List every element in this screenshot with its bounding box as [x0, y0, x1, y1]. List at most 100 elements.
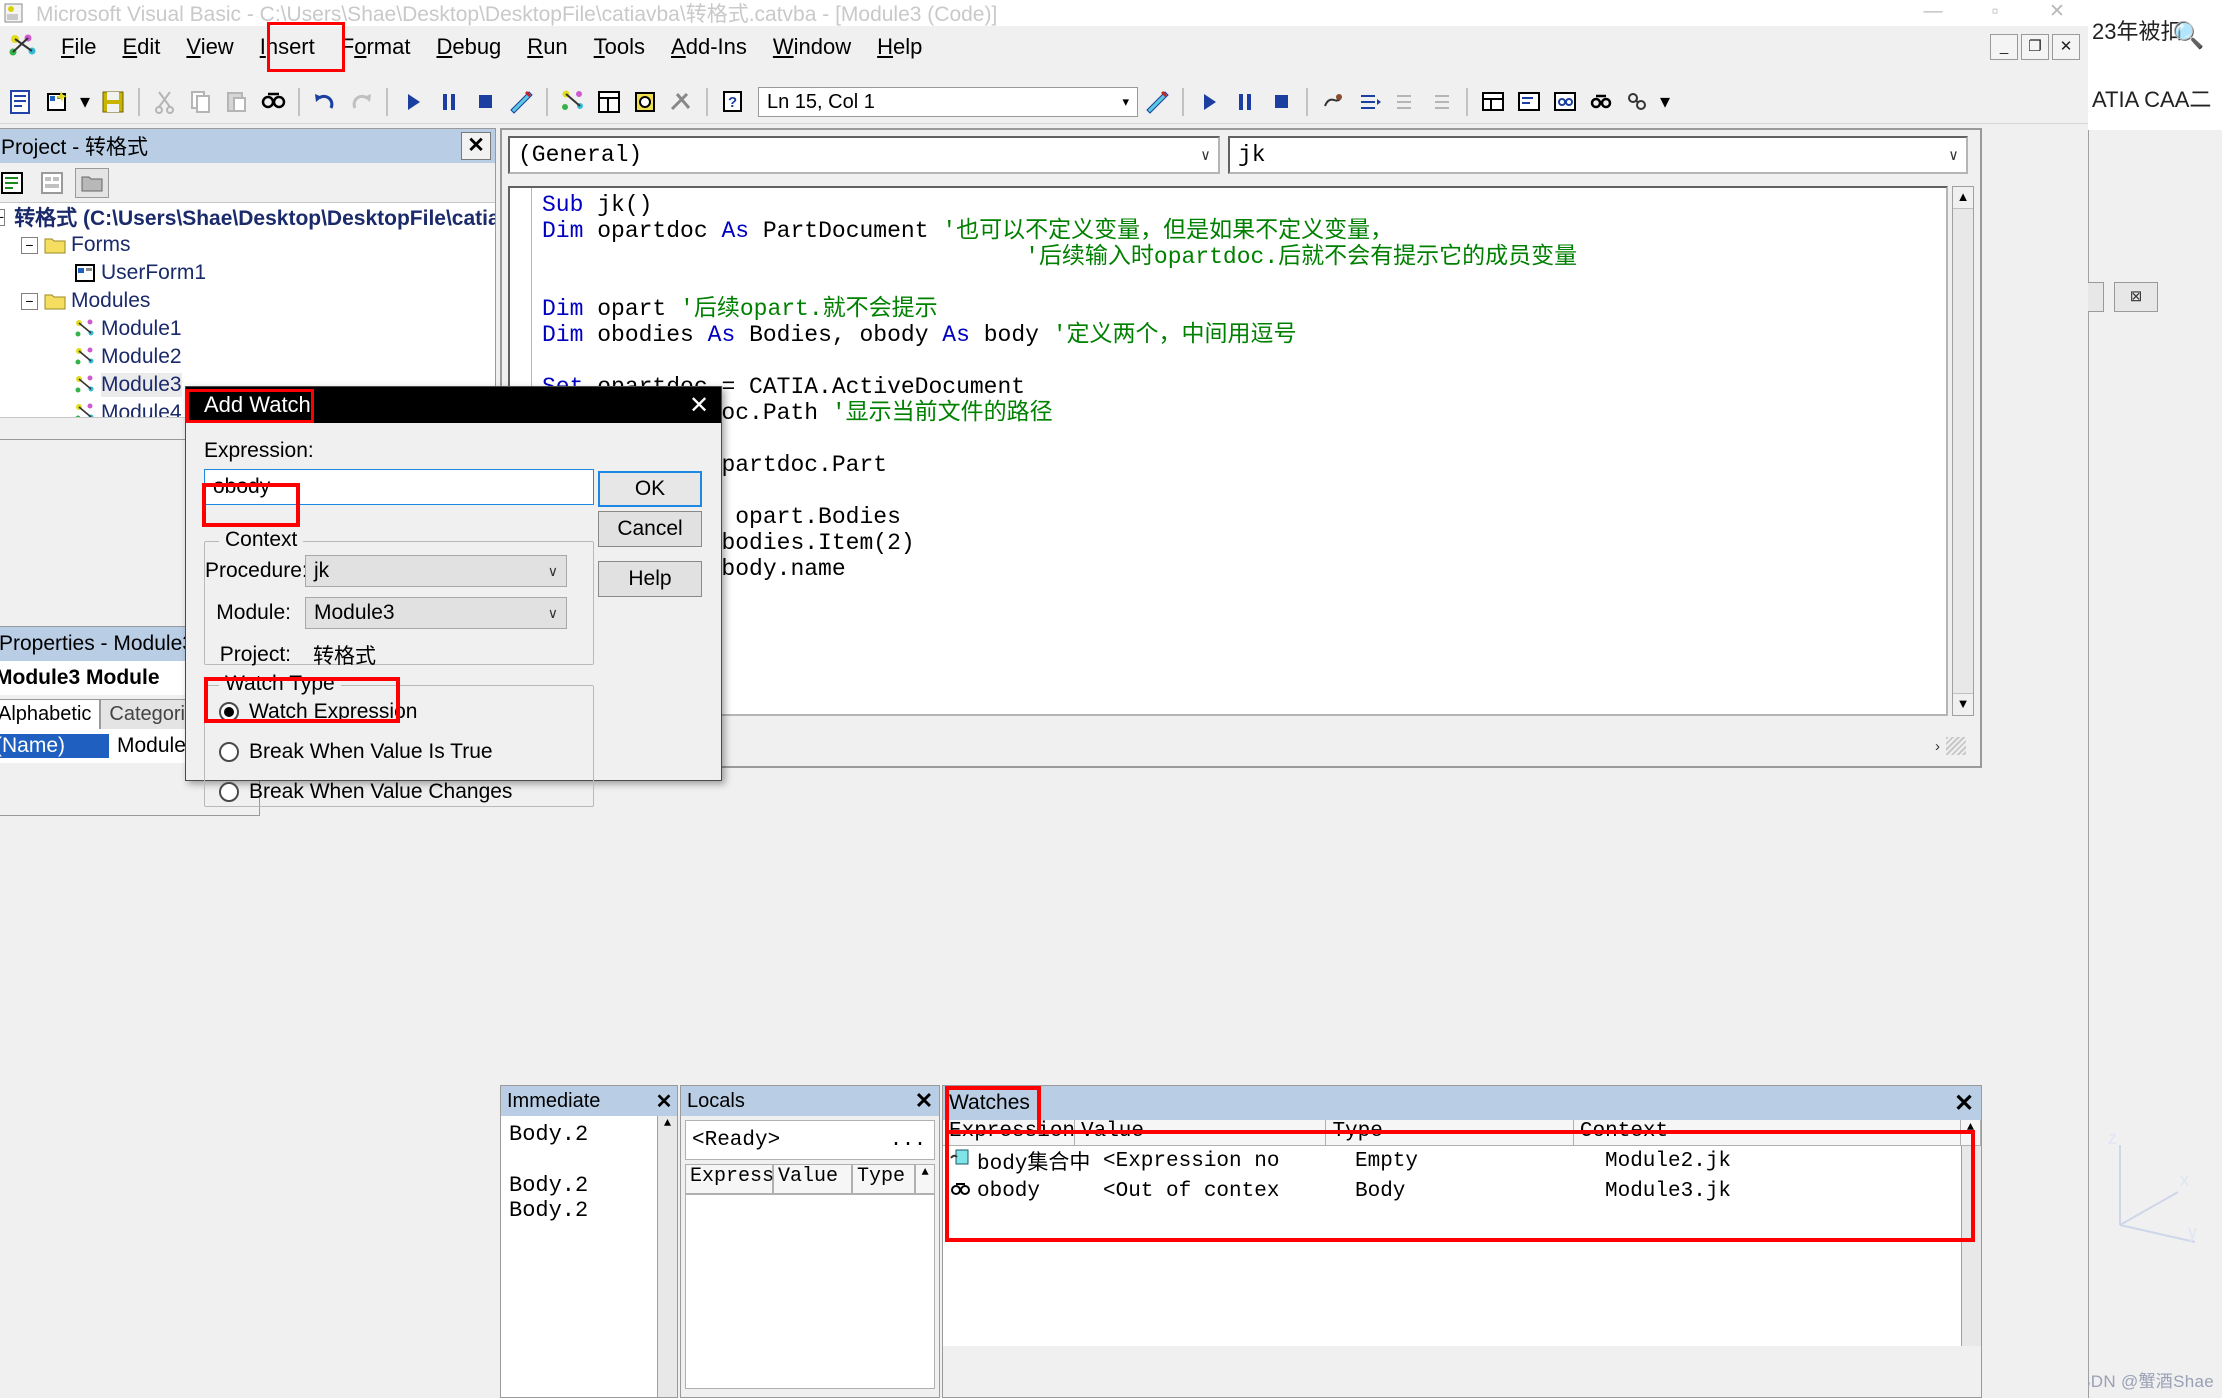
quick-watch-icon[interactable] [1584, 85, 1618, 119]
pause-icon[interactable] [1228, 85, 1262, 119]
procedure-combo-dialog[interactable]: jk ∨ [305, 555, 567, 587]
tree-item-userform1[interactable]: UserForm1 [0, 259, 495, 287]
menu-item-edit[interactable]: Edit [109, 30, 173, 64]
menu-item-file[interactable]: File [48, 30, 109, 64]
watches-col-context[interactable]: Context [1573, 1120, 1962, 1146]
locals-window-close-button[interactable]: ✕ [909, 1088, 939, 1114]
watches-window-body[interactable]: body集合中 <Expression no Empty Module2.jk … [943, 1146, 1981, 1346]
chevron-down-icon[interactable]: ▾ [1122, 89, 1129, 115]
code-horizontal-scrollbar[interactable]: › [508, 734, 1970, 758]
chevron-down-icon[interactable]: ∨ [1201, 146, 1210, 165]
procedure-combo[interactable]: jk ∨ [1228, 136, 1968, 174]
chevron-down-icon[interactable]: ∨ [548, 563, 558, 580]
save-icon[interactable] [96, 85, 130, 119]
scroll-up-arrow-icon[interactable]: ▲ [915, 1164, 936, 1194]
background-close-button[interactable]: ⊠ [2114, 282, 2158, 312]
chevron-down-icon-2[interactable]: ▾ [1656, 85, 1674, 119]
tree-node-root[interactable]: − 转格式 (C:\Users\Shae\Desktop\DesktopFile… [0, 203, 495, 231]
break-icon[interactable] [432, 85, 466, 119]
project-explorer-icon[interactable] [556, 85, 590, 119]
locals-window-icon[interactable] [1476, 85, 1510, 119]
immediate-vertical-scrollbar[interactable]: ▲ [657, 1116, 677, 1397]
locals-window-body[interactable] [685, 1194, 935, 1389]
minimize-button[interactable]: — [1902, 0, 1964, 26]
chevron-down-icon[interactable]: ▾ [76, 85, 94, 119]
locals-column-headers[interactable]: Expressi Value Type ▲ [685, 1164, 936, 1194]
maximize-button[interactable]: ▫ [1964, 0, 2026, 26]
watches-vertical-scrollbar[interactable] [1961, 1146, 1981, 1346]
project-explorer-close-button[interactable]: ✕ [461, 132, 491, 160]
find-icon[interactable] [256, 85, 290, 119]
step-into-icon[interactable] [1352, 85, 1386, 119]
mdi-window-controls[interactable]: _ ❐ ✕ [1990, 34, 2088, 60]
watches-col-expression[interactable]: Expression [943, 1120, 1075, 1146]
expander-icon[interactable]: − [21, 236, 38, 254]
chevron-down-icon[interactable]: ∨ [1949, 146, 1958, 165]
radio-button-icon[interactable] [219, 782, 239, 802]
insert-userform-icon[interactable] [40, 85, 74, 119]
continue-icon[interactable] [1192, 85, 1226, 119]
cancel-button[interactable]: Cancel [598, 511, 702, 547]
code-window-dropdowns[interactable]: (General) ∨ jk ∨ [502, 130, 1980, 180]
immediate-window-body[interactable]: Body.2 Body.2 Body.2 ▲ [501, 1116, 677, 1397]
design-mode-icon[interactable] [504, 85, 538, 119]
menu-item-view[interactable]: View [173, 30, 246, 64]
menu-item-debug[interactable]: Debug [423, 30, 514, 64]
watches-col-type[interactable]: Type [1326, 1120, 1574, 1146]
locals-col-value[interactable]: Value [773, 1164, 853, 1194]
window-controls[interactable]: — ▫ ✕ [1902, 0, 2088, 26]
radio-watch-expression[interactable]: Watch Expression [205, 692, 593, 732]
ok-button[interactable]: OK [598, 471, 702, 507]
menu-bar[interactable]: File Edit View Insert Format Debug Run T… [0, 28, 2088, 66]
watches-window-close-button[interactable]: ✕ [1947, 1089, 1981, 1118]
radio-break-when-true[interactable]: Break When Value Is True [205, 732, 593, 772]
watch-window-icon[interactable] [1548, 85, 1582, 119]
toggle-folders-icon[interactable] [75, 167, 109, 198]
scroll-up-arrow-icon[interactable]: ▲ [658, 1116, 677, 1130]
add-watch-close-button[interactable]: ✕ [677, 391, 721, 420]
expander-icon[interactable]: − [21, 292, 38, 310]
scroll-right-arrow-icon[interactable]: › [1935, 738, 1940, 755]
tree-group-modules[interactable]: − Modules [0, 287, 495, 315]
code-text[interactable]: Sub jk() Dim opartdoc As PartDocument '也可… [542, 192, 1946, 582]
mdi-restore-button[interactable]: ❐ [2021, 34, 2049, 60]
view-code-icon[interactable] [4, 85, 38, 119]
project-explorer-toolbar[interactable] [0, 163, 495, 203]
tree-item-module1[interactable]: Module1 [0, 315, 495, 343]
mdi-close-button[interactable]: ✕ [2052, 34, 2080, 60]
table-row[interactable]: body集合中 <Expression no Empty Module2.jk [943, 1146, 1981, 1176]
expression-input[interactable]: obody [204, 469, 594, 505]
object-combo[interactable]: (General) ∨ [508, 136, 1220, 174]
menu-item-tools[interactable]: Tools [581, 30, 658, 64]
run-icon[interactable] [396, 85, 430, 119]
menu-item-help[interactable]: Help [864, 30, 935, 64]
scroll-up-arrow-icon[interactable]: ▲ [1953, 187, 1973, 209]
menu-item-insert[interactable]: Insert [247, 30, 328, 64]
resize-grip[interactable] [1946, 737, 1966, 755]
scroll-up-arrow-icon[interactable]: ▲ [1961, 1120, 1981, 1146]
code-vertical-scrollbar[interactable]: ▲ ▼ [1952, 186, 1974, 716]
watches-column-headers[interactable]: Expression Value Type Context ▲ [943, 1120, 1981, 1146]
help-button[interactable]: Help [598, 561, 702, 597]
properties-window-icon[interactable] [592, 85, 626, 119]
immediate-window-close-button[interactable]: ✕ [651, 1089, 677, 1114]
tree-item-module2[interactable]: Module2 [0, 343, 495, 371]
search-icon[interactable]: 🔍 [2172, 20, 2204, 51]
code-editor[interactable]: Sub jk() Dim opartdoc As PartDocument '也可… [508, 186, 1948, 716]
radio-break-when-changes[interactable]: Break When Value Changes [205, 772, 593, 812]
close-button[interactable]: ✕ [2026, 0, 2088, 26]
watches-col-value[interactable]: Value [1075, 1120, 1327, 1146]
locals-col-type[interactable]: Type [852, 1164, 916, 1194]
locals-col-expression[interactable]: Expressi [685, 1164, 786, 1194]
menu-item-format[interactable]: Format [328, 30, 424, 64]
immediate-window-icon[interactable] [1512, 85, 1546, 119]
chevron-down-icon[interactable]: ∨ [548, 605, 558, 622]
locals-callstack-button[interactable]: ... [890, 1129, 934, 1152]
tree-group-forms[interactable]: − Forms [0, 231, 495, 259]
radio-button-icon[interactable] [219, 702, 239, 722]
module-combo-dialog[interactable]: Module3 ∨ [305, 597, 567, 629]
object-browser-icon[interactable] [628, 85, 662, 119]
expander-icon[interactable]: − [0, 208, 6, 226]
stop-icon[interactable] [1264, 85, 1298, 119]
menu-item-window[interactable]: Window [760, 30, 864, 64]
